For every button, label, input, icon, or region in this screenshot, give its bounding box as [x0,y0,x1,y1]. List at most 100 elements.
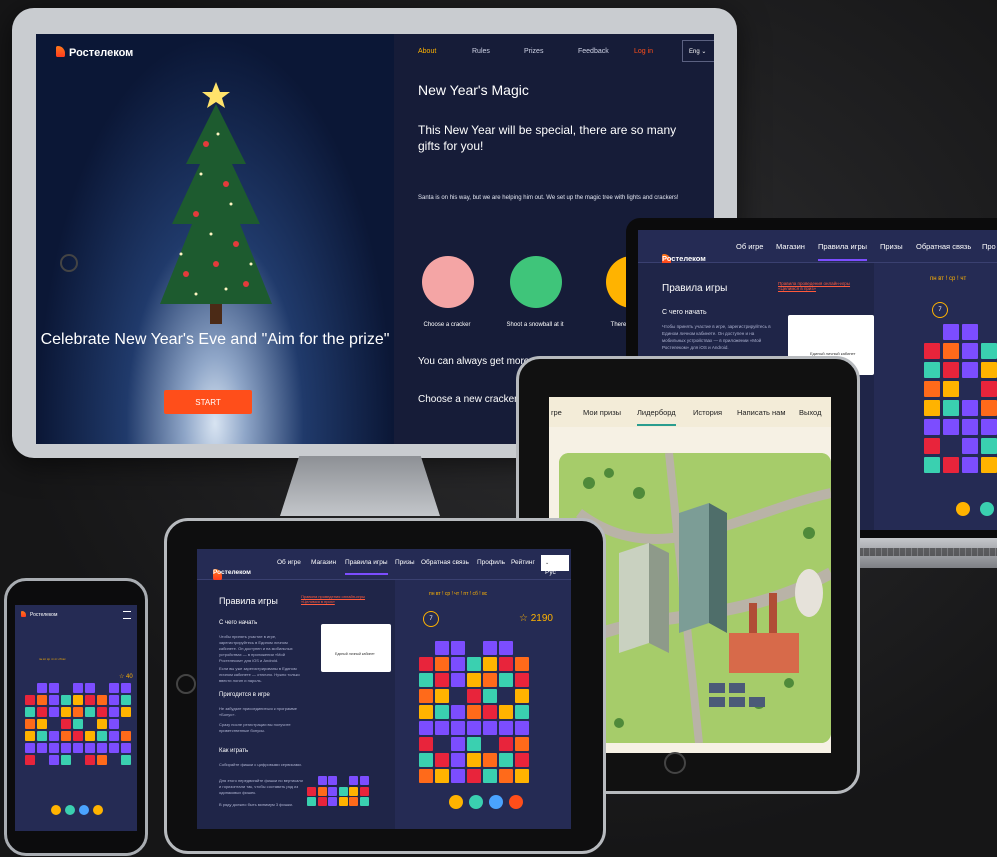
game-tile[interactable] [435,705,449,719]
game-tile[interactable] [37,731,47,741]
game-tile[interactable] [451,673,465,687]
game-tile[interactable] [317,786,327,796]
game-tile[interactable] [349,786,358,796]
game-tile[interactable] [419,705,433,719]
game-tile[interactable] [61,707,71,717]
game-tile[interactable] [97,755,107,765]
game-tile[interactable] [943,343,959,359]
game-tile[interactable] [515,769,529,783]
game-tile[interactable] [451,721,465,735]
game-tile[interactable] [419,737,433,751]
game-tile[interactable] [515,737,529,751]
tr-nav-about[interactable]: rpe [551,408,562,417]
game-tile[interactable] [25,719,35,729]
game-tile[interactable] [483,753,497,767]
tablet-left-home-button[interactable] [176,674,196,694]
game-tile[interactable] [943,419,959,435]
game-tile[interactable] [483,721,497,735]
game-tile[interactable] [49,707,59,717]
game-tile[interactable] [515,753,529,767]
game-tile[interactable] [359,797,369,806]
game-tile[interactable] [981,381,997,397]
game-tile[interactable] [61,731,71,741]
game-tile[interactable] [467,753,481,767]
game-tile[interactable] [85,743,95,753]
game-tile[interactable] [121,731,131,741]
game-tile[interactable] [451,657,465,671]
game-tile[interactable] [317,776,327,785]
game-tile[interactable] [515,721,529,735]
game-tile[interactable] [37,695,47,705]
game-tile[interactable] [515,657,529,671]
game-tile[interactable] [121,755,131,765]
game-tile[interactable] [467,705,481,719]
game-tile[interactable] [499,721,513,735]
game-tile[interactable] [435,657,449,671]
game-tile[interactable] [419,721,433,735]
nav-feedback[interactable]: Feedback [578,48,609,55]
game-tile[interactable] [435,769,449,783]
game-tile[interactable] [109,683,119,693]
game-tile[interactable] [499,705,513,719]
game-tile[interactable] [435,689,449,703]
tr-nav-write[interactable]: Написать нам [737,408,786,417]
game-tile[interactable] [467,769,481,783]
bonus-icon[interactable] [956,502,970,516]
game-tile[interactable] [419,689,433,703]
language-select[interactable]: Eng ⌄ [682,40,714,62]
login-link[interactable]: Log in [634,48,653,55]
game-tile[interactable] [307,797,316,806]
game-tile[interactable] [515,673,529,687]
game-tile[interactable] [981,457,997,473]
game-tile[interactable] [61,755,71,765]
game-tile[interactable] [61,719,71,729]
game-tile[interactable] [109,731,119,741]
tablet-right-home-button[interactable] [664,752,686,774]
game-tile[interactable] [49,731,59,741]
game-tile[interactable] [49,683,59,693]
game-tile[interactable] [307,786,316,796]
phone-home-button[interactable] [60,254,78,272]
tl-nav-rules[interactable]: Правила игры [345,559,388,575]
bonus-icon[interactable] [509,795,523,809]
game-tile[interactable] [483,673,497,687]
game-tile[interactable] [97,743,107,753]
game-tile[interactable] [499,753,513,767]
tr-nav-leaderboard[interactable]: Лидерборд [637,408,676,426]
game-tile[interactable] [451,737,465,751]
brand-logo[interactable]: Ростелеком [56,46,133,59]
game-tile[interactable] [85,683,95,693]
game-tile[interactable] [349,797,358,806]
hamburger-menu-icon[interactable] [123,611,131,619]
game-tile[interactable] [467,657,481,671]
game-tile[interactable] [121,695,131,705]
game-tile[interactable] [962,324,978,340]
game-tile[interactable] [467,689,481,703]
game-tile[interactable] [962,400,978,416]
game-tile[interactable] [25,731,35,741]
game-tile[interactable] [483,705,497,719]
game-tile[interactable] [109,719,119,729]
game-tile[interactable] [25,695,35,705]
game-tile[interactable] [467,673,481,687]
game-tile[interactable] [121,743,131,753]
game-tile[interactable] [483,689,497,703]
game-tile[interactable] [121,683,131,693]
game-tile[interactable] [419,753,433,767]
game-tile[interactable] [317,797,327,806]
game-tile[interactable] [924,457,940,473]
nav-about[interactable]: About [418,48,436,55]
game-tile[interactable] [97,695,107,705]
game-tile[interactable] [73,683,83,693]
game-tile[interactable] [962,457,978,473]
game-tile[interactable] [61,743,71,753]
game-tile[interactable] [499,737,513,751]
game-tile[interactable] [73,731,83,741]
laptop-nav-about[interactable]: Об игре [736,242,763,251]
game-tile[interactable] [61,695,71,705]
game-tile[interactable] [49,695,59,705]
game-tile[interactable] [499,673,513,687]
game-tile[interactable] [924,419,940,435]
game-tile[interactable] [435,673,449,687]
game-tile[interactable] [25,707,35,717]
